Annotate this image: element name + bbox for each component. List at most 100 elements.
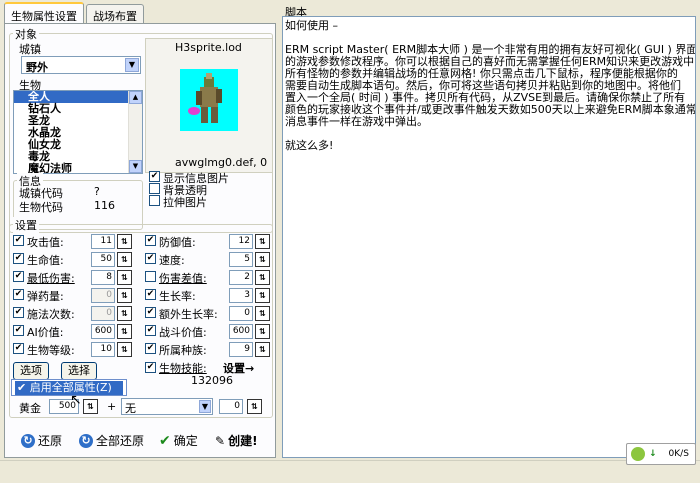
gold-spin-icon[interactable]: ⇅	[83, 399, 98, 414]
field-value-input[interactable]: 3	[229, 288, 253, 303]
field-value-input[interactable]: 5	[229, 252, 253, 267]
field-label: 额外生长率:	[159, 308, 218, 321]
field-checkbox[interactable]: ✔	[13, 343, 24, 354]
field-value-input[interactable]: 0	[91, 306, 115, 321]
spin-icon[interactable]: ⇅	[117, 324, 132, 339]
tab-strip: 生物属性设置 战场布置	[4, 2, 146, 24]
scroll-down-icon[interactable]: ▼	[129, 160, 142, 173]
spin-icon[interactable]: ⇅	[255, 306, 270, 321]
field-label: 最低伤害:	[27, 272, 75, 285]
field-checkbox[interactable]: ✔	[145, 325, 156, 336]
confirm-button[interactable]: ✔ 确定	[159, 432, 198, 449]
field-label: 防御值:	[159, 236, 196, 249]
create-label: 创建!	[228, 434, 258, 448]
field-checkbox[interactable]	[145, 271, 156, 282]
script-text-line	[285, 128, 693, 140]
checkmark-icon: ✔	[159, 432, 171, 449]
spin-icon[interactable]: ⇅	[255, 270, 270, 285]
status-bar	[0, 460, 700, 483]
skill-checkbox[interactable]: ✔	[145, 362, 156, 373]
field-value-input[interactable]: 600	[91, 324, 115, 339]
spin-icon[interactable]: ⇅	[117, 306, 132, 321]
town-select[interactable]: 野外 ▼	[21, 56, 141, 74]
mouse-cursor-icon: ↖	[70, 392, 82, 408]
creature-list-scrollbar[interactable]: ▲ ▼	[128, 91, 142, 173]
spin-icon[interactable]: ⇅	[117, 288, 132, 303]
spin-icon[interactable]: ⇅	[255, 342, 270, 357]
field-checkbox[interactable]: ✔	[145, 307, 156, 318]
field-value-input[interactable]: 8	[91, 270, 115, 285]
field-value-input[interactable]: 9	[229, 342, 253, 357]
field-checkbox[interactable]: ✔	[13, 325, 24, 336]
field-label: AI价值:	[27, 326, 64, 339]
display-option-checkbox[interactable]: ✔	[149, 171, 160, 182]
plus-sign: +	[107, 400, 117, 413]
object-group-title: 对象	[13, 26, 39, 42]
field-value-input[interactable]: 600	[229, 324, 253, 339]
script-text-line: 就这么多!	[285, 139, 334, 152]
choose-button[interactable]: 选择	[61, 362, 97, 380]
spin-icon[interactable]: ⇅	[117, 234, 132, 249]
field-label: 攻击值:	[27, 236, 64, 249]
spin-icon[interactable]: ⇅	[117, 252, 132, 267]
network-icon	[631, 447, 645, 461]
creature-code-value: 116	[94, 199, 115, 212]
restore-label: 还原	[38, 434, 63, 448]
spin-icon[interactable]: ⇅	[117, 342, 132, 357]
chevron-down-icon[interactable]: ▼	[125, 58, 139, 72]
field-value-input[interactable]: 50	[91, 252, 115, 267]
field-checkbox[interactable]: ✔	[145, 235, 156, 246]
field-value-input[interactable]: 0	[229, 306, 253, 321]
town-code-value: ?	[94, 185, 100, 198]
creature-sprite-image	[180, 69, 238, 131]
tab-battlefield-layout[interactable]: 战场布置	[86, 4, 144, 23]
field-checkbox[interactable]: ✔	[145, 253, 156, 264]
restore-all-label: 全部还原	[96, 434, 145, 448]
scroll-up-icon[interactable]: ▲	[129, 91, 142, 104]
network-speed-widget: ↓ 0K/S	[626, 443, 696, 465]
field-checkbox[interactable]: ✔	[145, 343, 156, 354]
field-checkbox[interactable]: ✔	[13, 253, 24, 264]
enable-all-attributes-menu-item[interactable]: ✔ 启用全部属性(Z)	[15, 381, 123, 395]
script-panel: 脚本 如何使用 – ERM script Master( ERM脚本大师 ) 是一…	[281, 4, 696, 458]
spin-icon[interactable]: ⇅	[255, 288, 270, 303]
script-textarea[interactable]: 如何使用 – ERM script Master( ERM脚本大师 ) 是一个非常…	[282, 16, 696, 458]
resource-select-value: 无	[125, 402, 136, 415]
field-label: 生物等级:	[27, 344, 75, 357]
field-value-input[interactable]: 2	[229, 270, 253, 285]
options-button[interactable]: 选项	[13, 362, 49, 380]
resource-select[interactable]: 无 ▼	[121, 398, 213, 415]
restore-button[interactable]: ↻ 还原	[21, 432, 62, 449]
field-checkbox[interactable]: ✔	[145, 289, 156, 300]
spin-icon[interactable]: ⇅	[255, 324, 270, 339]
spin-icon[interactable]: ⇅	[117, 270, 132, 285]
field-checkbox[interactable]: ✔	[13, 289, 24, 300]
field-checkbox[interactable]: ✔	[13, 235, 24, 246]
spin-icon[interactable]: ⇅	[255, 252, 270, 267]
chevron-down-icon[interactable]: ▼	[199, 400, 211, 413]
create-button[interactable]: ✎ 创建!	[215, 432, 258, 449]
resource-amount-input[interactable]: 0	[219, 399, 243, 414]
field-label: 速度:	[159, 254, 185, 267]
creature-listbox[interactable]: 全人 钻石人 圣龙 水晶龙 仙女龙 毒龙 魔幻法师 ▲ ▼	[13, 90, 143, 174]
field-checkbox[interactable]: ✔	[13, 307, 24, 318]
field-label: 所属种族:	[159, 344, 207, 357]
creature-code-label: 生物代码	[19, 201, 63, 214]
field-value-input[interactable]: 12	[229, 234, 253, 249]
spin-icon[interactable]: ⇅	[255, 234, 270, 249]
display-option-checkbox[interactable]	[149, 195, 160, 206]
field-label: 伤害差值:	[159, 272, 207, 285]
display-option-checkbox[interactable]	[149, 183, 160, 194]
resource-spin-icon[interactable]: ⇅	[247, 399, 262, 414]
field-label: 生命值:	[27, 254, 64, 267]
town-select-value: 野外	[26, 61, 48, 74]
field-value-input[interactable]: 0	[91, 288, 115, 303]
options-popup-menu: ✔ 启用全部属性(Z)	[11, 379, 127, 396]
script-text-line: 如何使用 –	[285, 19, 338, 32]
tab-creature-settings[interactable]: 生物属性设置	[4, 2, 84, 23]
field-label: 施法次数:	[27, 308, 75, 321]
field-checkbox[interactable]: ✔	[13, 271, 24, 282]
field-value-input[interactable]: 10	[91, 342, 115, 357]
restore-all-button[interactable]: ↻ 全部还原	[79, 432, 144, 449]
field-value-input[interactable]: 11	[91, 234, 115, 249]
